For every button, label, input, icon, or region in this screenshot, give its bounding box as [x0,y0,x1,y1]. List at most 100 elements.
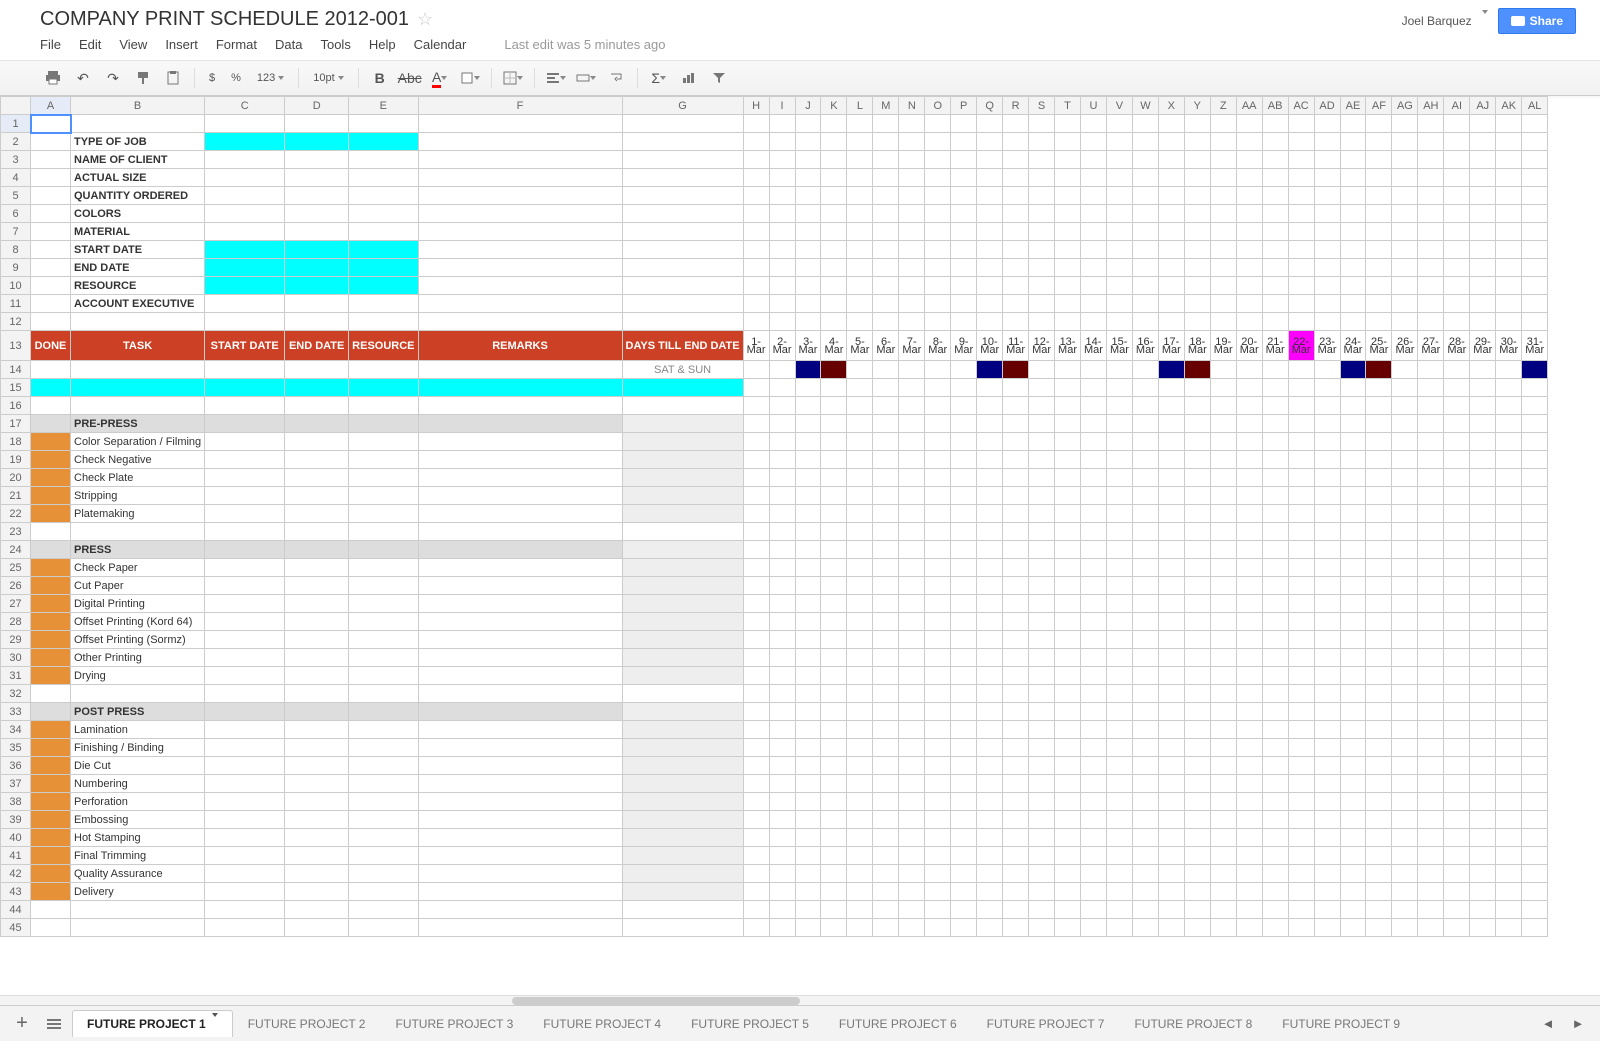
cell[interactable] [1340,703,1366,721]
cell[interactable]: COLORS [71,205,205,223]
cell[interactable] [31,613,71,631]
cell[interactable] [285,295,349,313]
cell[interactable] [349,415,418,433]
cell[interactable] [769,469,795,487]
cell[interactable] [1522,505,1548,523]
cell[interactable] [1366,811,1392,829]
cell[interactable] [1340,523,1366,541]
cell[interactable] [977,169,1003,187]
cell[interactable] [205,187,285,205]
cell[interactable] [1262,793,1288,811]
cell[interactable] [1392,793,1418,811]
cell[interactable] [1392,487,1418,505]
sheets-menu-button[interactable] [40,1010,68,1038]
cell[interactable] [951,757,977,775]
cell[interactable] [1418,739,1444,757]
cell[interactable] [743,901,769,919]
cell[interactable] [1314,169,1340,187]
cell[interactable] [847,577,873,595]
cell[interactable] [1392,187,1418,205]
cell[interactable] [1470,829,1496,847]
cell[interactable]: Finishing / Binding [71,739,205,757]
cell[interactable] [925,649,951,667]
cell[interactable] [418,631,622,649]
cell[interactable] [285,379,349,397]
cell[interactable] [205,667,285,685]
cell[interactable] [31,379,71,397]
gantt-header[interactable]: START DATE [205,331,285,361]
cell[interactable] [1314,133,1340,151]
cell[interactable] [1029,115,1055,133]
cell[interactable] [1444,379,1470,397]
cell[interactable] [418,259,622,277]
cell[interactable] [821,223,847,241]
cell[interactable] [1314,721,1340,739]
cell[interactable] [847,151,873,169]
gantt-header[interactable]: RESOURCE [349,331,418,361]
cell[interactable] [769,187,795,205]
cell[interactable] [1366,901,1392,919]
cell[interactable] [1288,721,1314,739]
cell[interactable] [1496,541,1522,559]
cell[interactable] [205,313,285,331]
cell[interactable] [899,223,925,241]
cell[interactable] [951,433,977,451]
cell[interactable] [1184,613,1210,631]
cell[interactable] [1496,577,1522,595]
cell[interactable] [205,577,285,595]
cell[interactable] [743,559,769,577]
col-header-V[interactable]: V [1106,97,1132,115]
cell[interactable] [31,667,71,685]
cell[interactable] [1340,739,1366,757]
cell[interactable] [285,595,349,613]
cell[interactable] [1081,703,1107,721]
cell[interactable] [1314,847,1340,865]
cell[interactable] [349,901,418,919]
cell[interactable] [847,169,873,187]
cell[interactable] [1236,451,1262,469]
cell[interactable] [1366,667,1392,685]
cell[interactable] [1081,361,1107,379]
row-header-11[interactable]: 11 [1,295,31,313]
cell[interactable] [1314,505,1340,523]
cell[interactable] [951,739,977,757]
cell[interactable] [1210,685,1236,703]
cell[interactable] [873,223,899,241]
cell[interactable] [1392,169,1418,187]
row-header-2[interactable]: 2 [1,133,31,151]
cell[interactable]: MATERIAL [71,223,205,241]
cell[interactable] [1132,793,1158,811]
date-header[interactable]: 6-Mar [873,331,899,361]
cell[interactable] [1158,631,1184,649]
cell[interactable] [873,487,899,505]
cell[interactable] [1366,505,1392,523]
cell[interactable] [743,313,769,331]
cell[interactable] [977,811,1003,829]
cell[interactable] [1470,649,1496,667]
row-header-14[interactable]: 14 [1,361,31,379]
cell[interactable] [977,631,1003,649]
cell[interactable] [1132,739,1158,757]
cell[interactable] [31,205,71,223]
cell[interactable] [1470,259,1496,277]
cell[interactable] [951,187,977,205]
cell[interactable] [31,241,71,259]
cell[interactable] [1522,649,1548,667]
cell[interactable] [622,829,743,847]
col-header-J[interactable]: J [795,97,821,115]
cell[interactable] [1392,883,1418,901]
col-header-M[interactable]: M [873,97,899,115]
cell[interactable] [821,523,847,541]
cell[interactable] [899,865,925,883]
cell[interactable] [1470,469,1496,487]
cell[interactable] [1236,865,1262,883]
cell[interactable] [977,277,1003,295]
cell[interactable] [1470,595,1496,613]
cell[interactable] [1288,379,1314,397]
cell[interactable] [1184,313,1210,331]
cell[interactable] [205,277,285,295]
cell[interactable] [1029,415,1055,433]
cell[interactable] [1236,433,1262,451]
cell[interactable] [31,739,71,757]
cell[interactable] [1340,613,1366,631]
